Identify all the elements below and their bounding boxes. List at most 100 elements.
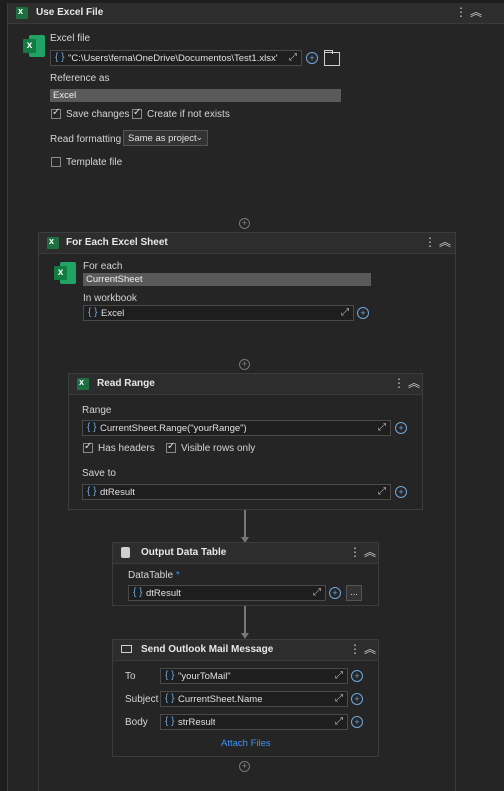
connector-line [244,510,246,538]
add-activity-icon[interactable]: + [239,761,250,772]
template-file-checkbox[interactable] [51,157,61,167]
collapse-icon[interactable]: ︽ [364,546,376,558]
expression-icon: { } [87,422,97,433]
subject-field[interactable]: { } CurrentSheet.Name ⤢ [160,691,348,707]
excel-icon [47,236,59,249]
database-icon [121,547,130,558]
read-formatting-select[interactable]: Same as project ⌄ [123,130,208,146]
visible-rows-checkbox[interactable] [166,441,176,453]
excel-icon [77,377,89,390]
kebab-menu-icon[interactable]: ⋮ [349,546,361,558]
plus-icon[interactable]: + [329,587,341,599]
save-to-label: Save to [82,468,116,479]
attach-files-link[interactable]: Attach Files [221,738,271,749]
output-data-table-header[interactable]: Output Data Table ⋮ ︽ [113,543,378,564]
read-range-title: Read Range [97,378,155,389]
excel-file-value: "C:\Users\ferna\OneDrive\Documentos\Test… [68,53,278,64]
expand-editor-icon[interactable]: ⤢ [378,486,386,497]
to-label: To [125,671,136,682]
reference-as-field[interactable]: Excel [50,89,341,102]
kebab-menu-icon[interactable]: ⋮ [455,6,467,18]
for-each-value: CurrentSheet [86,274,143,285]
plus-icon[interactable]: + [357,307,369,319]
save-changes-checkbox[interactable] [51,107,61,119]
connector-line [244,606,246,634]
for-each-field[interactable]: CurrentSheet [83,273,371,286]
collapse-icon[interactable]: ︽ [408,377,420,389]
save-changes-label: Save changes [66,109,130,120]
save-to-field[interactable]: { } dtResult ⤢ [82,484,391,500]
reference-as-value: Excel [53,90,77,101]
expression-icon: { } [133,587,143,598]
expand-editor-icon[interactable]: ⤢ [341,307,349,318]
to-value: "yourToMail" [178,671,231,682]
expand-editor-icon[interactable]: ⤢ [378,422,386,433]
template-file-label: Template file [66,157,123,168]
excel-file-label: Excel file [50,33,91,44]
has-headers-checkbox[interactable] [83,441,93,453]
body-field[interactable]: { } strResult ⤢ [160,714,348,730]
subject-value: CurrentSheet.Name [178,694,263,705]
in-workbook-field[interactable]: { } Excel ⤢ [83,305,354,321]
send-mail-title: Send Outlook Mail Message [141,644,274,655]
add-activity-icon[interactable]: + [239,359,250,370]
save-to-value: dtResult [100,487,135,498]
plus-icon[interactable]: + [351,670,363,682]
subject-label: Subject [125,694,159,705]
range-value: CurrentSheet.Range("yourRange") [100,423,247,434]
for-each-sheet-title: For Each Excel Sheet [66,237,168,248]
collapse-icon[interactable]: ︽ [470,6,482,18]
plus-icon[interactable]: + [351,716,363,728]
read-formatting-value: Same as project [128,133,197,144]
send-mail-header[interactable]: Send Outlook Mail Message ⋮ ︽ [113,640,378,661]
excel-icon [16,6,28,19]
output-data-table-title: Output Data Table [141,547,227,558]
kebab-menu-icon[interactable]: ⋮ [349,643,361,655]
datatable-label-text: DataTable [128,570,174,581]
expand-editor-icon[interactable]: ⤢ [335,693,343,704]
in-workbook-label: In workbook [83,293,137,304]
plus-icon[interactable]: + [395,422,407,434]
read-formatting-label: Read formatting [50,134,122,145]
expand-editor-icon[interactable]: ⤢ [335,716,343,727]
expression-icon: { } [55,52,65,63]
body-value: strResult [178,717,216,728]
mail-icon [121,645,132,653]
expression-icon: { } [165,693,175,704]
range-label: Range [82,405,112,416]
add-activity-icon[interactable]: + [239,218,250,229]
range-field[interactable]: { } CurrentSheet.Range("yourRange") ⤢ [82,420,391,436]
for-each-sheet-header[interactable]: For Each Excel Sheet ⋮ ︽ [39,233,455,254]
chevron-down-icon: ⌄ [195,132,203,142]
to-field[interactable]: { } "yourToMail" ⤢ [160,668,348,684]
use-excel-header[interactable]: Use Excel File ⋮ ︽ [8,3,504,24]
expression-icon: { } [165,716,175,727]
create-if-not-exists-checkbox[interactable] [132,107,142,119]
read-range-header[interactable]: Read Range ⋮ ︽ [69,374,422,395]
reference-as-label: Reference as [50,73,110,84]
plus-icon[interactable]: + [395,486,407,498]
datatable-label: DataTable * [128,570,180,581]
excel-file-field[interactable]: { } "C:\Users\ferna\OneDrive\Documentos\… [50,50,302,66]
collapse-icon[interactable]: ︽ [364,643,376,655]
kebab-menu-icon[interactable]: ⋮ [393,377,405,389]
excel-large-icon: x [23,35,45,57]
kebab-menu-icon[interactable]: ⋮ [424,236,436,248]
expand-editor-icon[interactable]: ⤢ [313,587,321,598]
collapse-icon[interactable]: ︽ [439,236,451,248]
in-workbook-value: Excel [101,308,125,319]
datatable-field[interactable]: { } dtResult ⤢ [128,585,326,601]
expression-icon: { } [88,307,98,318]
folder-icon[interactable] [324,50,340,66]
has-headers-label: Has headers [98,443,155,454]
visible-rows-label: Visible rows only [181,443,256,454]
expand-editor-icon[interactable]: ⤢ [289,52,297,63]
more-options-button[interactable]: ... [346,585,362,601]
use-excel-title: Use Excel File [36,7,104,18]
expression-icon: { } [87,486,97,497]
datatable-value: dtResult [146,588,181,599]
plus-icon[interactable]: + [351,693,363,705]
plus-icon[interactable]: + [306,52,318,64]
required-mark: * [175,570,180,581]
expand-editor-icon[interactable]: ⤢ [335,670,343,681]
